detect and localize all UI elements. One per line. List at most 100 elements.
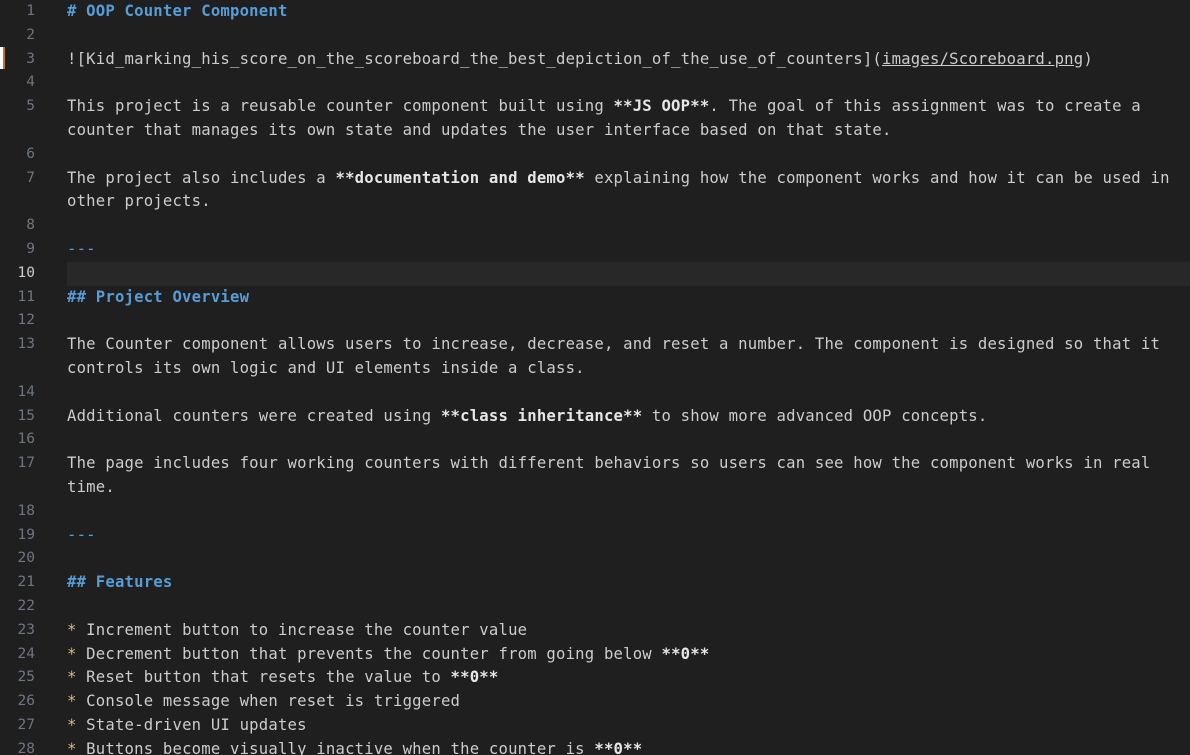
line-number: 22	[17, 598, 35, 614]
line-text[interactable]: This project is a reusable counter compo…	[67, 95, 1180, 143]
text-segment: The page includes four working counters …	[67, 454, 1161, 496]
text-segment: ![Kid_marking_his_score_on_the_scoreboar…	[67, 49, 882, 68]
bold-text: **0**	[594, 739, 643, 755]
editor-line[interactable]: 5 This project is a reusable counter comp…	[0, 95, 1190, 143]
editor-line[interactable]: 26 * Console message when reset is trigge…	[0, 690, 1190, 714]
line-number: 9	[26, 241, 35, 257]
editor-line[interactable]: 1 # OOP Counter Component	[0, 0, 1190, 24]
horizontal-rule: ---	[67, 525, 96, 544]
editor-line[interactable]: 21 ## Features	[0, 571, 1190, 595]
line-number: 27	[17, 717, 35, 733]
line-number: 4	[26, 74, 35, 91]
line-text[interactable]: The page includes four working counters …	[67, 452, 1180, 500]
text-segment: Increment button to increase the counter…	[76, 620, 528, 639]
line-text[interactable]: The Counter component allows users to in…	[67, 333, 1180, 381]
line-text[interactable]: * Buttons become visually inactive when …	[67, 738, 1180, 755]
line-number: 10	[17, 264, 35, 281]
line-number: 21	[17, 574, 35, 591]
line-text[interactable]: * Increment button to increase the count…	[67, 619, 1180, 643]
line-number: 25	[17, 669, 35, 686]
editor-line[interactable]: 4	[0, 71, 1190, 95]
text-segment: )	[1083, 49, 1093, 68]
text-segment: Buttons become visually inactive when th…	[76, 739, 595, 755]
line-text[interactable]: # OOP Counter Component	[67, 0, 1180, 24]
editor-line[interactable]: 23 * Increment button to increase the cou…	[0, 619, 1190, 643]
line-number: 28	[17, 740, 35, 755]
editor-line[interactable]: 24 * Decrement button that prevents the c…	[0, 643, 1190, 667]
line-text[interactable]: * Decrement button that prevents the cou…	[67, 643, 1180, 667]
line-number: 11	[17, 288, 35, 305]
editor-line[interactable]: 12	[0, 309, 1190, 333]
editor-line[interactable]: 16	[0, 428, 1190, 452]
line-number: 19	[17, 526, 35, 543]
editor-line[interactable]: 15 Additional counters were created using…	[0, 405, 1190, 429]
editor-line[interactable]: 11 ## Project Overview	[0, 286, 1190, 310]
line-text[interactable]: * Console message when reset is triggere…	[67, 690, 1180, 714]
line-number: 18	[17, 502, 35, 519]
horizontal-rule: ---	[67, 240, 96, 258]
editor-line[interactable]: 27 * State-driven UI updates	[0, 714, 1190, 738]
line-number: 20	[17, 550, 35, 567]
text-segment: This project is a reusable counter compo…	[67, 97, 614, 116]
editor-line[interactable]: 3 ![Kid_marking_his_score_on_the_scoreboa…	[0, 48, 1190, 72]
line-text[interactable]: Additional counters were created using *…	[67, 405, 1180, 429]
editor-line[interactable]: 28 * Buttons become visually inactive whe…	[0, 738, 1190, 755]
editor-line[interactable]: 7 The project also includes a **documenta…	[0, 167, 1190, 215]
line-text[interactable]: ## Features	[67, 571, 1180, 595]
bold-text: **0**	[661, 644, 710, 663]
text-segment: The Counter component allows users to in…	[67, 335, 1170, 377]
bold-text: **JS OOP**	[613, 97, 710, 116]
text-segment: Console message when reset is triggered	[76, 692, 461, 711]
editor-line[interactable]: 18	[0, 500, 1190, 524]
list-bullet: *	[67, 668, 77, 687]
line-number: 5	[26, 98, 35, 115]
editor-line[interactable]: 6	[0, 143, 1190, 167]
markdown-heading: # OOP Counter Component	[67, 2, 288, 20]
list-bullet: *	[67, 739, 77, 755]
line-number: 26	[17, 693, 35, 710]
line-number: 12	[17, 312, 35, 329]
line-text[interactable]: * Reset button that resets the value to …	[67, 666, 1180, 690]
line-number: 3	[26, 50, 35, 67]
list-bullet: *	[67, 644, 77, 663]
text-segment: to show more advanced OOP concepts.	[642, 406, 988, 425]
editor-line[interactable]: 8	[0, 214, 1190, 238]
editor-line[interactable]: 2	[0, 24, 1190, 48]
line-text[interactable]: ---	[67, 238, 1180, 262]
text-segment: Reset button that resets the value to	[76, 668, 451, 687]
text-segment: State-driven UI updates	[76, 716, 307, 734]
line-number: 14	[17, 383, 35, 400]
image-link-url[interactable]: images/Scoreboard.png	[882, 50, 1083, 68]
editor-line[interactable]: 25 * Reset button that resets the value t…	[0, 666, 1190, 690]
line-text[interactable]: * State-driven UI updates	[67, 714, 1180, 738]
line-text[interactable]: ---	[67, 524, 1180, 548]
editor-line[interactable]: 22	[0, 595, 1190, 619]
line-number: 24	[17, 645, 35, 662]
editor-line[interactable]: 19 ---	[0, 524, 1190, 548]
editor-line[interactable]: 10	[0, 261, 1190, 286]
line-text[interactable]: ## Project Overview	[67, 286, 1180, 310]
bold-text: **0**	[450, 668, 499, 687]
editor-line[interactable]: 20	[0, 547, 1190, 571]
current-line-highlight	[67, 261, 1190, 286]
editor-line[interactable]: 9 ---	[0, 238, 1190, 262]
line-number: 17	[17, 455, 35, 472]
editor-line[interactable]: 17 The page includes four working counter…	[0, 452, 1190, 500]
line-number: 16	[17, 431, 35, 448]
markdown-heading: ## Features	[67, 573, 173, 592]
bold-text: **class inheritance**	[440, 406, 643, 425]
text-segment: Additional counters were created using	[67, 406, 441, 425]
line-number: 15	[17, 407, 35, 424]
markdown-editor[interactable]: 1 # OOP Counter Component 2 3 ![Kid_marking_…	[0, 0, 1190, 755]
line-number: 6	[26, 145, 35, 162]
editor-line[interactable]: 13 The Counter component allows users to …	[0, 333, 1190, 381]
line-number: 1	[26, 3, 35, 19]
list-bullet: *	[67, 620, 77, 639]
line-text[interactable]: ![Kid_marking_his_score_on_the_scoreboar…	[67, 48, 1180, 72]
markdown-heading: ## Project Overview	[67, 287, 250, 306]
bold-text: **documentation and demo**	[335, 168, 585, 187]
list-bullet: *	[67, 716, 77, 734]
line-number: 23	[17, 621, 35, 638]
editor-line[interactable]: 14	[0, 381, 1190, 405]
line-text[interactable]: The project also includes a **documentat…	[67, 167, 1180, 215]
